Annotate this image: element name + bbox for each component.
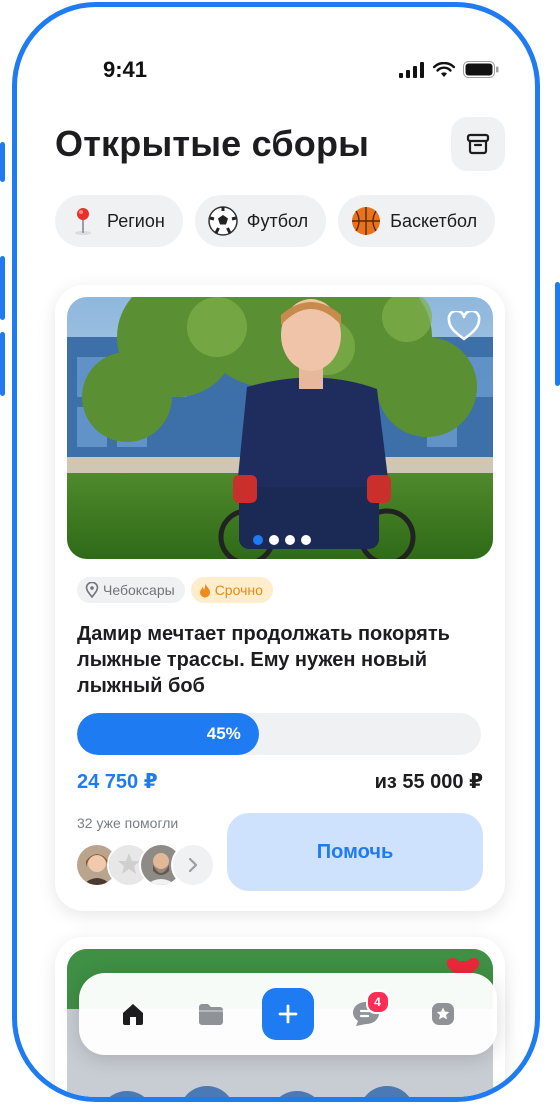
home-icon <box>123 1004 143 1025</box>
tab-home[interactable] <box>107 988 159 1040</box>
fire-icon <box>199 583 210 598</box>
status-icons <box>399 61 499 78</box>
status-bar: 9:41 <box>17 55 535 87</box>
tab-favorites[interactable] <box>417 988 469 1040</box>
filter-chip-football[interactable]: Футбол <box>194 195 327 247</box>
helped-count: 32 уже помогли <box>77 815 179 831</box>
carousel-dot[interactable] <box>253 535 263 545</box>
filter-chips: Регион Футбол Баскетбол <box>55 195 496 247</box>
raised-amount: 24 750 ₽ <box>77 771 158 793</box>
filter-chip-basketball[interactable]: Баскетбол <box>338 195 496 247</box>
basketball-icon <box>350 205 382 237</box>
carousel-dot[interactable] <box>301 535 311 545</box>
carousel-dot[interactable] <box>285 535 295 545</box>
cellular-signal-icon <box>399 61 424 78</box>
archive-icon <box>466 133 490 155</box>
phone-frame: 9:41 Открытые сборы Регион Футбол Баскет… <box>12 2 540 1102</box>
status-time: 9:41 <box>103 57 148 82</box>
soccer-ball-icon <box>207 205 239 237</box>
fundraiser-photo[interactable] <box>67 297 493 559</box>
tab-messages[interactable]: 4 <box>340 988 392 1040</box>
location-pin-icon <box>85 582 99 598</box>
side-button-volume-down <box>0 332 5 396</box>
side-button-mute <box>0 142 5 182</box>
side-button-volume-up <box>0 256 5 320</box>
side-button-power <box>555 282 560 386</box>
urgent-label: Срочно <box>214 582 263 598</box>
location-tag: Чебоксары <box>77 577 185 603</box>
battery-icon <box>463 61 499 78</box>
fundraiser-title[interactable]: Дамир мечтает продолжать покорять лыжные… <box>77 621 487 699</box>
urgent-tag: Срочно <box>190 577 273 603</box>
chevron-right-icon <box>188 857 198 873</box>
star-badge-icon <box>432 1003 454 1025</box>
archive-button[interactable] <box>451 117 505 171</box>
folder-icon <box>198 1004 223 1025</box>
card-tags: Чебоксары Срочно <box>77 577 273 603</box>
more-helpers-button[interactable] <box>171 843 215 887</box>
carousel-dots[interactable] <box>253 535 311 545</box>
help-button[interactable]: Помочь <box>227 813 483 891</box>
plus-icon <box>278 1004 298 1024</box>
filter-chip-region[interactable]: Регион <box>55 195 183 247</box>
carousel-dot[interactable] <box>269 535 279 545</box>
fundraiser-card[interactable]: Чебоксары Срочно Дамир мечтает продолжат… <box>55 285 505 911</box>
bottom-tab-bar: 4 <box>79 973 497 1055</box>
helper-avatars[interactable] <box>75 843 215 887</box>
progress-fill: 45% <box>77 713 259 755</box>
progress-label: 45% <box>206 724 241 743</box>
filter-chip-label: Регион <box>107 210 165 231</box>
page-title: Открытые сборы <box>55 123 370 164</box>
pin-icon <box>67 205 99 237</box>
location-label: Чебоксары <box>103 582 175 598</box>
progress-bar: 45% <box>77 713 481 755</box>
tab-collections[interactable] <box>185 988 237 1040</box>
favorite-heart-icon[interactable] <box>447 311 481 341</box>
goal-amount: из 55 000 ₽ <box>374 771 483 793</box>
wifi-icon <box>433 61 455 77</box>
filter-chip-label: Баскетбол <box>390 210 478 231</box>
notification-badge: 4 <box>365 990 390 1014</box>
filter-chip-label: Футбол <box>246 210 309 231</box>
tab-add[interactable] <box>262 988 314 1040</box>
